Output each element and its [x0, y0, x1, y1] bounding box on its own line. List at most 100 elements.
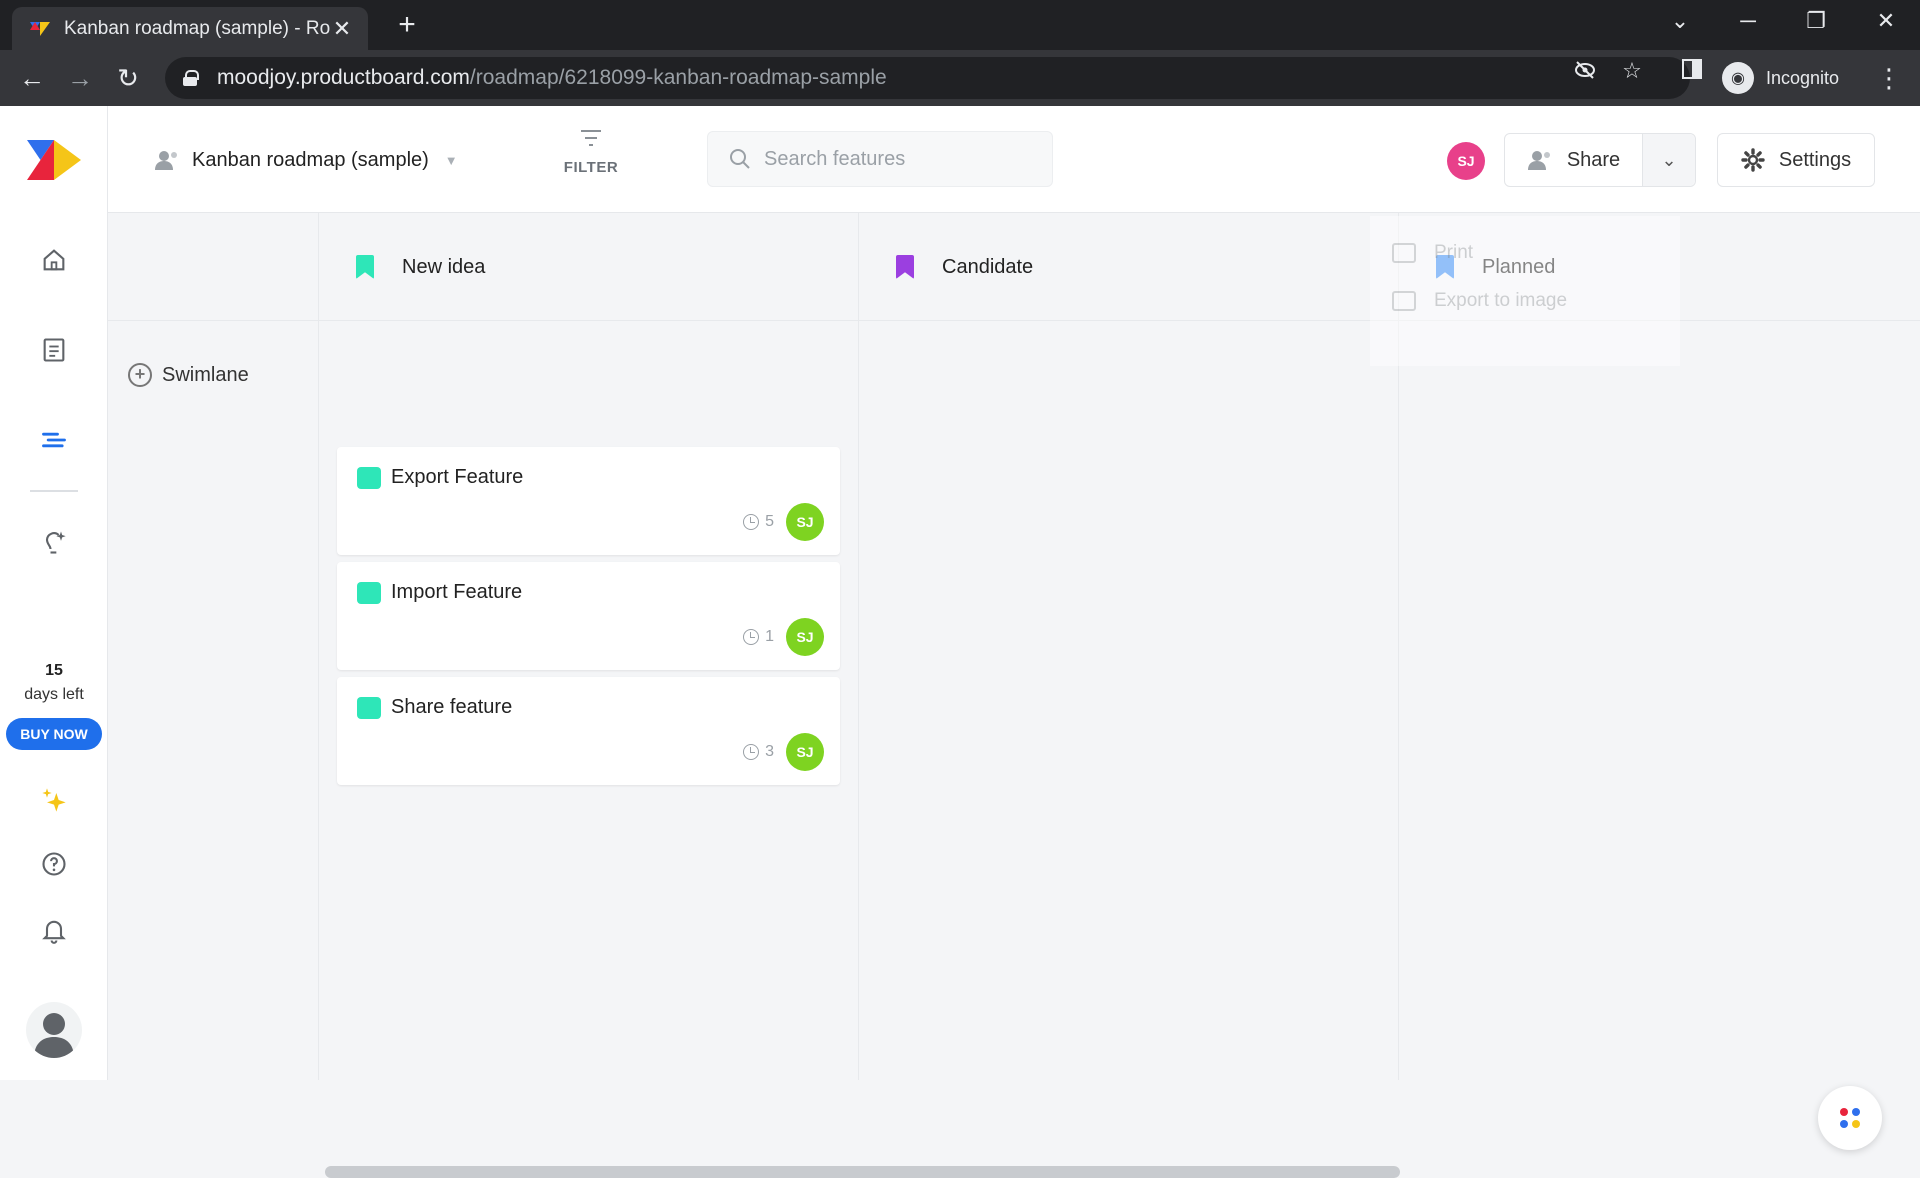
menu-item-label: Export to image	[1434, 290, 1568, 311]
share-button-group: Share ⌄	[1504, 133, 1696, 187]
sparkle-icon[interactable]	[34, 780, 74, 820]
url-path: /roadmap/6218099-kanban-roadmap-sample	[469, 66, 887, 89]
clock-icon	[743, 744, 760, 760]
notifications-bell-icon[interactable]	[34, 910, 74, 950]
feature-card-title: Export Feature	[391, 466, 524, 488]
apps-launcher-button[interactable]	[1818, 1086, 1882, 1150]
forward-icon[interactable]: →	[64, 62, 96, 94]
menu-item-label: Print	[1434, 242, 1474, 263]
share-button[interactable]: Share	[1505, 134, 1643, 186]
column-header-candidate[interactable]: Candidate	[896, 255, 1033, 279]
feature-card[interactable]: Share feature 3 SJ	[337, 677, 840, 785]
swimlane-label: Swimlane	[162, 363, 249, 386]
productboard-favicon-icon	[30, 21, 50, 36]
menu-item-export-image[interactable]: Export to image	[1392, 290, 1567, 312]
gear-icon	[1741, 148, 1765, 172]
feature-card-meta: 3 SJ	[743, 733, 824, 771]
reload-icon[interactable]: ↻	[112, 62, 144, 94]
browser-menu-icon[interactable]: ⋮	[1876, 62, 1902, 94]
feature-card-title: Import Feature	[391, 581, 523, 603]
search-box	[707, 131, 1053, 187]
url-host: moodjoy.productboard.com	[217, 66, 470, 89]
horizontal-scrollbar[interactable]	[325, 1166, 1400, 1178]
feature-effort-count: 1	[765, 628, 774, 645]
chevron-down-icon: ▼	[444, 152, 458, 168]
filter-icon	[581, 130, 601, 146]
trial-days-count: 15	[45, 662, 63, 679]
column-divider	[858, 213, 859, 1080]
settings-label: Settings	[1778, 148, 1852, 171]
address-bar[interactable]: moodjoy.productboard.com /roadmap/621809…	[165, 57, 1690, 99]
feature-card-meta: 5 SJ	[743, 503, 824, 541]
tab-title: Kanban roadmap (sample) - Roa	[64, 17, 330, 39]
window-close-icon[interactable]: ✕	[1866, 8, 1906, 34]
home-icon[interactable]	[34, 240, 74, 280]
lock-icon	[183, 70, 199, 86]
header-user-avatar[interactable]: SJ	[1447, 142, 1485, 180]
share-options-chevron-icon[interactable]: ⌄	[1643, 134, 1695, 186]
user-avatar[interactable]	[26, 1002, 82, 1058]
browser-tab[interactable]: Kanban roadmap (sample) - Roa ✕	[12, 7, 368, 50]
column-header-new-idea[interactable]: New idea	[356, 255, 485, 279]
productboard-logo[interactable]	[27, 140, 81, 180]
feature-owner-avatar[interactable]: SJ	[786, 503, 824, 541]
menu-item-print[interactable]: Print	[1392, 242, 1473, 264]
feature-effort-count: 5	[765, 513, 774, 530]
tab-search-icon[interactable]: ⌄	[1660, 8, 1700, 34]
insights-bulb-icon[interactable]	[34, 522, 74, 562]
feature-status-swatch	[357, 697, 381, 719]
feature-status-swatch	[357, 467, 381, 489]
settings-button[interactable]: Settings	[1717, 133, 1875, 187]
bookmark-icon	[896, 255, 914, 279]
incognito-icon: ◉	[1722, 62, 1754, 94]
buy-now-button[interactable]: BUY NOW	[6, 718, 102, 750]
filter-button[interactable]: FILTER	[556, 128, 626, 176]
app: 15 days left BUY NOW Kanban roadmap (sam…	[0, 106, 1920, 1178]
new-tab-icon[interactable]: +	[392, 10, 422, 40]
bookmark-star-icon[interactable]: ☆	[1617, 58, 1647, 84]
share-dropdown-menu: Print Export to image	[1370, 216, 1680, 366]
browser-toolbar: ← → ↻ moodjoy.productboard.com /roadmap/…	[0, 50, 1920, 106]
restore-icon[interactable]: ❐	[1796, 8, 1836, 34]
tab-close-icon[interactable]: ✕	[330, 16, 354, 42]
export-image-icon	[1392, 291, 1416, 311]
feature-card[interactable]: Export Feature 5 SJ	[337, 447, 840, 555]
column-title: New idea	[402, 255, 486, 278]
left-nav: 15 days left BUY NOW	[0, 106, 108, 1080]
feature-status-swatch	[357, 582, 381, 604]
filter-label: FILTER	[563, 159, 619, 176]
browser-tab-bar: Kanban roadmap (sample) - Roa ✕ + ⌄ ─ ❐ …	[0, 0, 1920, 50]
apps-dots-icon	[1840, 1108, 1860, 1128]
roadmap-selector[interactable]: Kanban roadmap (sample) ▼	[154, 138, 458, 182]
roadmap-icon[interactable]	[34, 420, 74, 460]
clock-icon	[743, 514, 760, 530]
add-circle-icon: +	[128, 363, 152, 387]
share-people-icon	[1527, 151, 1550, 170]
back-icon[interactable]: ←	[16, 62, 48, 94]
team-roadmap-icon	[155, 151, 177, 170]
feature-card-meta: 1 SJ	[743, 618, 824, 656]
add-swimlane-button[interactable]: + Swimlane	[128, 363, 249, 387]
notes-icon[interactable]	[34, 330, 74, 370]
help-icon[interactable]	[34, 844, 74, 884]
feature-card-title: Share feature	[391, 696, 513, 718]
incognito-profile[interactable]: ◉ Incognito	[1722, 58, 1839, 98]
search-input[interactable]	[764, 147, 1044, 171]
roadmap-title: Kanban roadmap (sample)	[192, 148, 429, 171]
minimize-icon[interactable]: ─	[1728, 8, 1768, 34]
bookmark-icon	[356, 255, 374, 279]
tracking-protection-icon[interactable]	[1570, 58, 1600, 88]
printer-icon	[1392, 243, 1416, 263]
feature-card[interactable]: Import Feature 1 SJ	[337, 562, 840, 670]
column-title: Candidate	[942, 255, 1034, 278]
column-divider	[318, 213, 319, 1080]
trial-days-label: days left	[24, 686, 84, 703]
side-panel-icon[interactable]	[1677, 58, 1707, 86]
search-icon	[730, 149, 750, 169]
feature-owner-avatar[interactable]: SJ	[786, 733, 824, 771]
feature-owner-avatar[interactable]: SJ	[786, 618, 824, 656]
user-silhouette-icon	[34, 1013, 74, 1058]
clock-icon	[743, 629, 760, 645]
share-label: Share	[1566, 148, 1621, 171]
nav-divider	[30, 490, 78, 492]
